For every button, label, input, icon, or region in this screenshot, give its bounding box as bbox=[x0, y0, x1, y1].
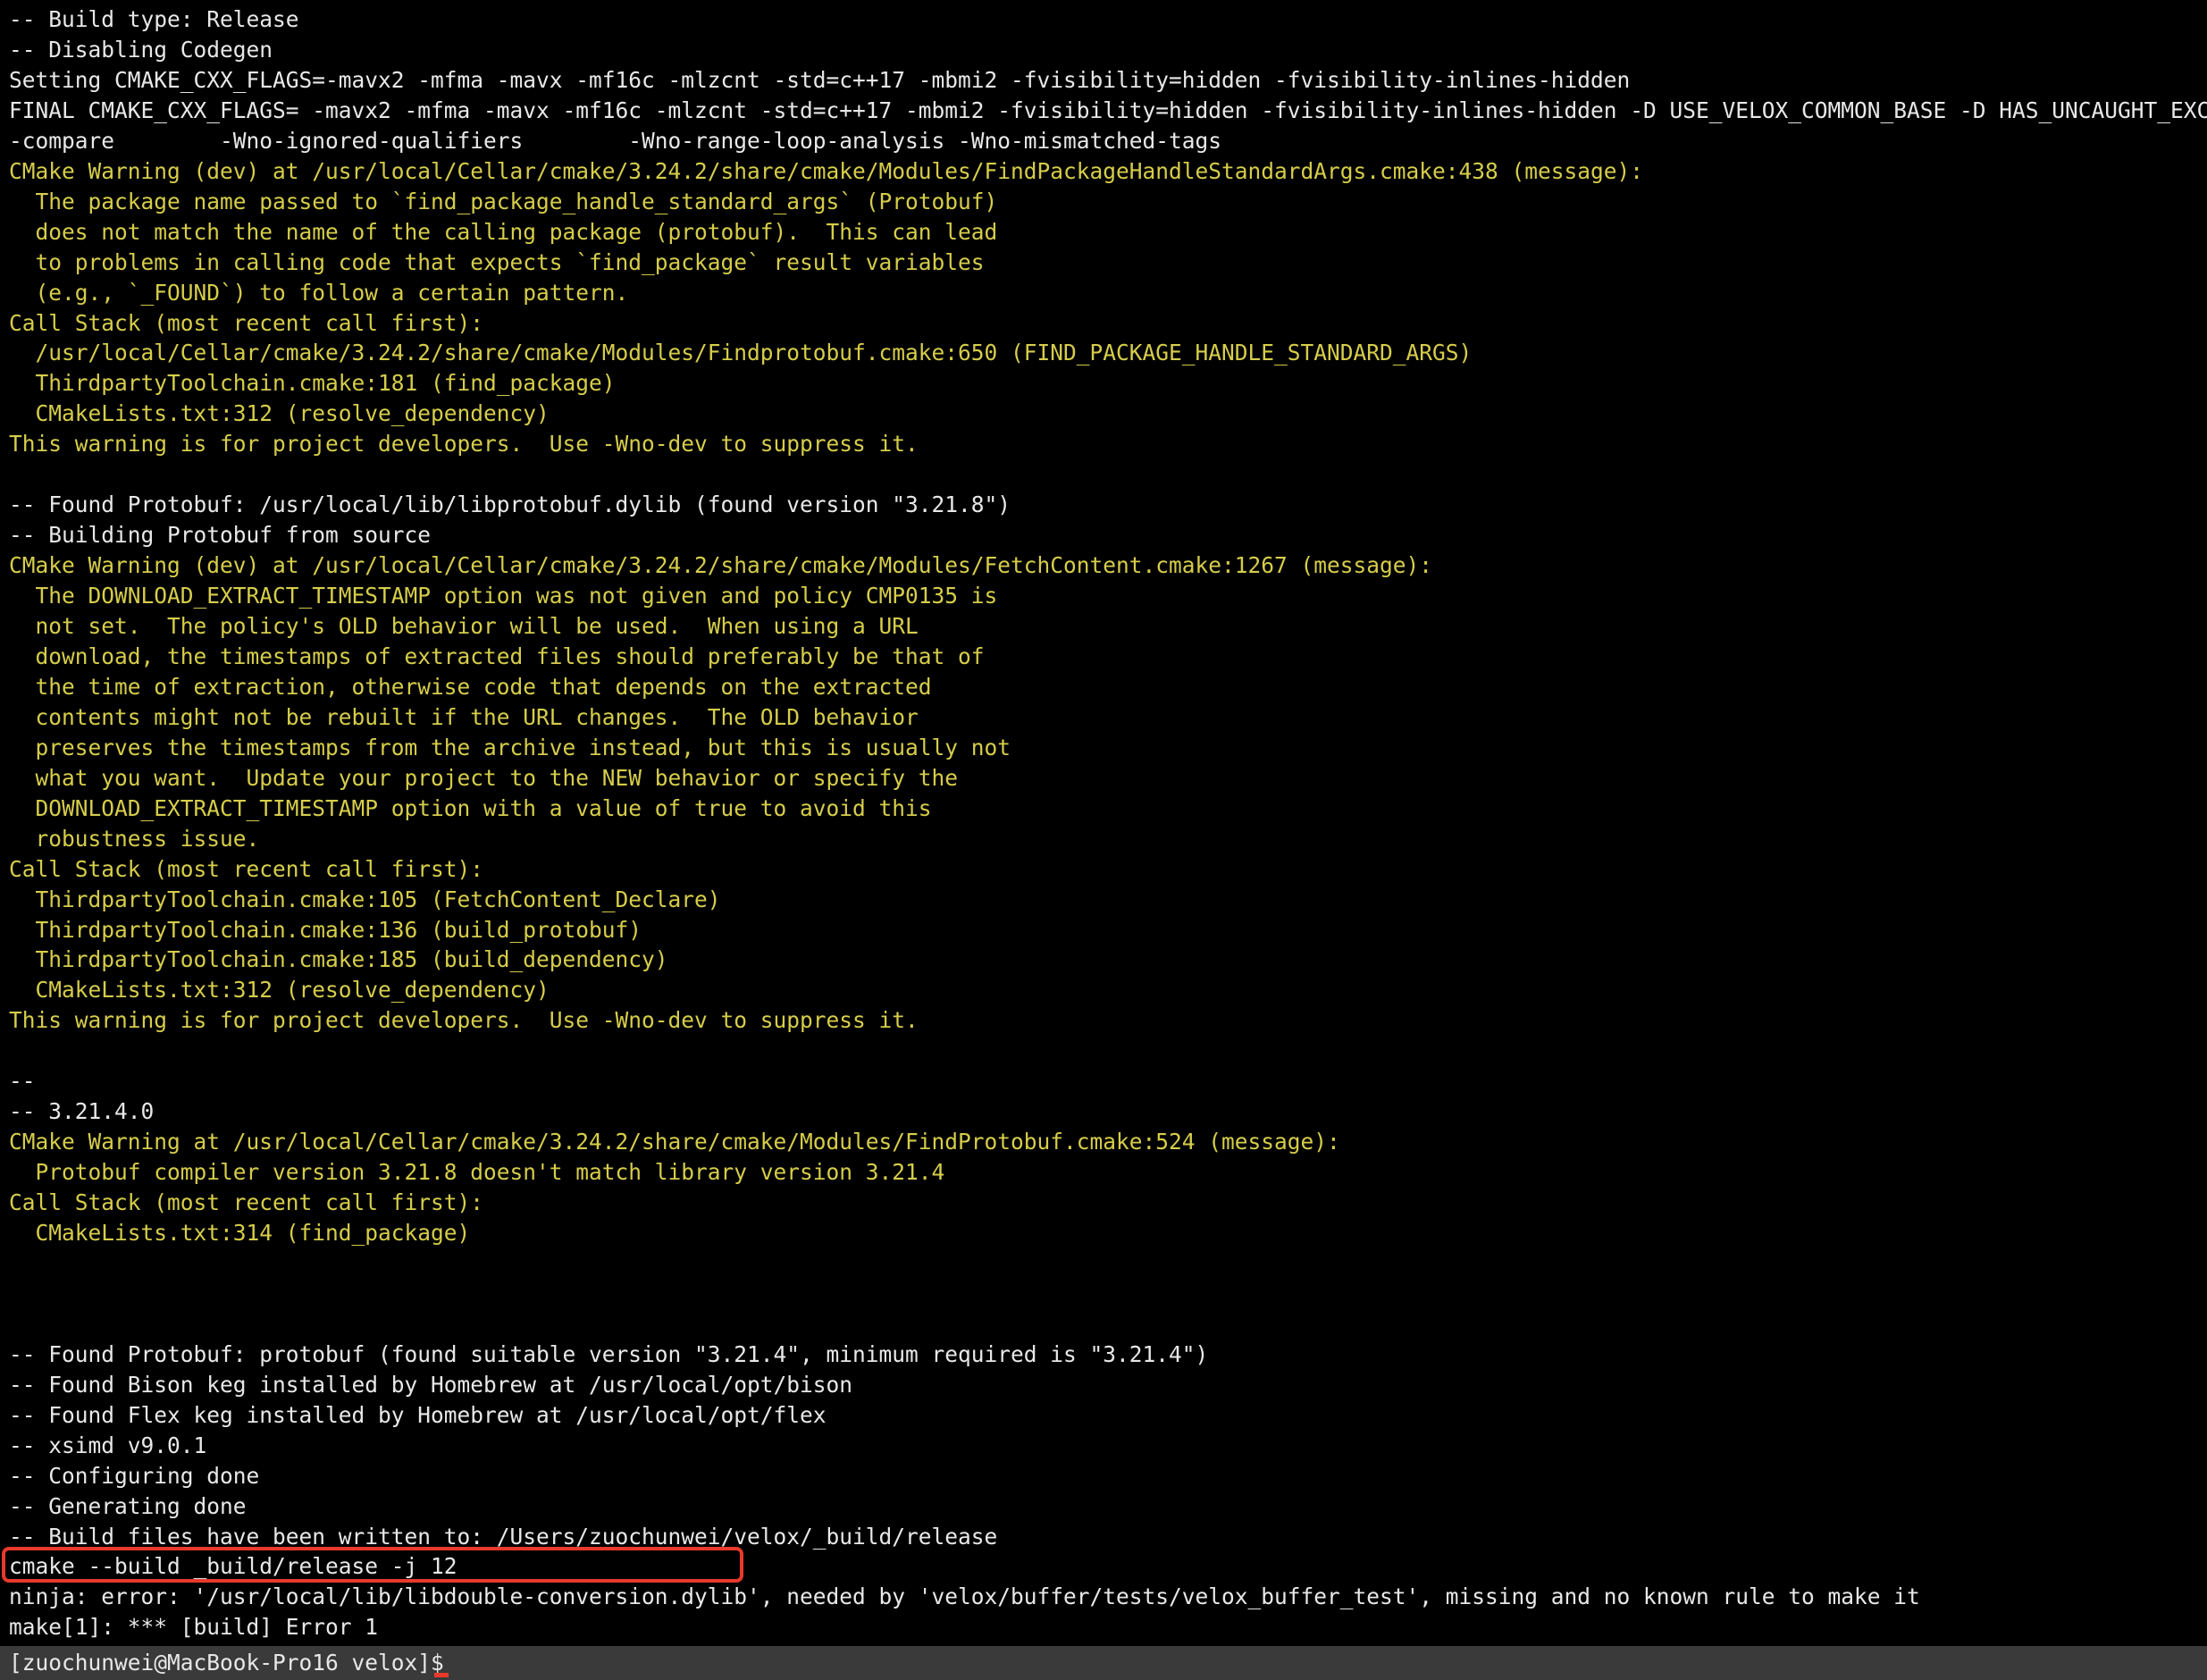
terminal-line: what you want. Update your project to th… bbox=[9, 764, 959, 791]
terminal-line: Call Stack (most recent call first): bbox=[9, 309, 484, 336]
text-cursor bbox=[434, 1673, 449, 1677]
terminal-line: ThirdpartyToolchain.cmake:181 (find_pack… bbox=[9, 370, 616, 397]
terminal-line: -- Build type: Release bbox=[9, 6, 299, 32]
terminal-line: Setting CMAKE_CXX_FLAGS=-mavx2 -mfma -ma… bbox=[9, 66, 1631, 93]
terminal-window[interactable]: -- Build type: Release -- Disabling Codeg… bbox=[0, 0, 2207, 1680]
terminal-line: Protobuf compiler version 3.21.8 doesn't… bbox=[9, 1159, 945, 1186]
terminal-line: -- Generating done bbox=[9, 1492, 247, 1519]
terminal-line: -- Building Protobuf from source bbox=[9, 522, 432, 549]
terminal-line: contents might not be rebuilt if the URL… bbox=[9, 703, 919, 730]
terminal-line: The package name passed to `find_package… bbox=[9, 188, 998, 214]
terminal-line: ThirdpartyToolchain.cmake:105 (FetchCont… bbox=[9, 886, 721, 912]
terminal-line: -- Disabling Codegen bbox=[9, 36, 273, 63]
terminal-line: download, the timestamps of extracted fi… bbox=[9, 643, 985, 669]
shell-prompt: [zuochunwei@MacBook-Pro16 velox]$ bbox=[9, 1650, 457, 1676]
terminal-line: (e.g., `_FOUND`) to follow a certain pat… bbox=[9, 279, 629, 306]
terminal-line: This warning is for project developers. … bbox=[9, 431, 919, 458]
terminal-line: This warning is for project developers. … bbox=[9, 1007, 919, 1034]
terminal-line: -- Found Protobuf: protobuf (found suita… bbox=[9, 1340, 1209, 1367]
terminal-line: CMake Warning (dev) at /usr/local/Cellar… bbox=[9, 157, 1644, 184]
terminal-line: /usr/local/Cellar/cmake/3.24.2/share/cma… bbox=[9, 340, 1473, 366]
terminal-line: CMakeLists.txt:314 (find_package) bbox=[9, 1220, 471, 1246]
terminal-line: DOWNLOAD_EXTRACT_TIMESTAMP option with a… bbox=[9, 794, 932, 821]
terminal-line: robustness issue. bbox=[9, 825, 260, 852]
terminal-line: ninja: error: '/usr/local/lib/libdouble-… bbox=[9, 1583, 1920, 1610]
terminal-line: to problems in calling code that expects… bbox=[9, 248, 985, 275]
terminal-line: -- Configuring done bbox=[9, 1462, 260, 1489]
prompt-bar[interactable]: [zuochunwei@MacBook-Pro16 velox]$ bbox=[0, 1646, 2207, 1680]
terminal-line: CMake Warning (dev) at /usr/local/Cellar… bbox=[9, 552, 1433, 579]
terminal-line: make[1]: *** [build] Error 1 bbox=[9, 1614, 379, 1641]
terminal-line: The DOWNLOAD_EXTRACT_TIMESTAMP option wa… bbox=[9, 583, 998, 609]
terminal-line: CMake Warning at /usr/local/Cellar/cmake… bbox=[9, 1129, 1340, 1155]
error-highlight-box bbox=[2, 1547, 743, 1583]
terminal-line: preserves the timestamps from the archiv… bbox=[9, 734, 1011, 760]
terminal-line: CMakeLists.txt:312 (resolve_dependency) bbox=[9, 977, 550, 1004]
terminal-line: -- 3.21.4.0 bbox=[9, 1098, 155, 1125]
terminal-line: -- Found Flex keg installed by Homebrew … bbox=[9, 1401, 827, 1428]
terminal-line: ThirdpartyToolchain.cmake:136 (build_pro… bbox=[9, 916, 642, 943]
terminal-line: -- Found Protobuf: /usr/local/lib/libpro… bbox=[9, 491, 1011, 518]
terminal-line: not set. The policy's OLD behavior will … bbox=[9, 613, 919, 639]
terminal-line: CMakeLists.txt:312 (resolve_dependency) bbox=[9, 400, 550, 427]
terminal-line: Call Stack (most recent call first): bbox=[9, 1189, 484, 1216]
terminal-line: -- xsimd v9.0.1 bbox=[9, 1432, 207, 1458]
terminal-line: ThirdpartyToolchain.cmake:185 (build_dep… bbox=[9, 946, 668, 973]
terminal-line: the time of extraction, otherwise code t… bbox=[9, 673, 932, 700]
terminal-line: -- bbox=[9, 1068, 36, 1095]
terminal-line: -- Found Bison keg installed by Homebrew… bbox=[9, 1371, 853, 1398]
terminal-line: -compare -Wno-ignored-qualifiers -Wno-ra… bbox=[9, 127, 1222, 154]
terminal-line: does not match the name of the calling p… bbox=[9, 218, 998, 245]
terminal-line: Call Stack (most recent call first): bbox=[9, 855, 484, 882]
terminal-line: FINAL CMAKE_CXX_FLAGS= -mavx2 -mfma -mav… bbox=[9, 97, 2207, 123]
